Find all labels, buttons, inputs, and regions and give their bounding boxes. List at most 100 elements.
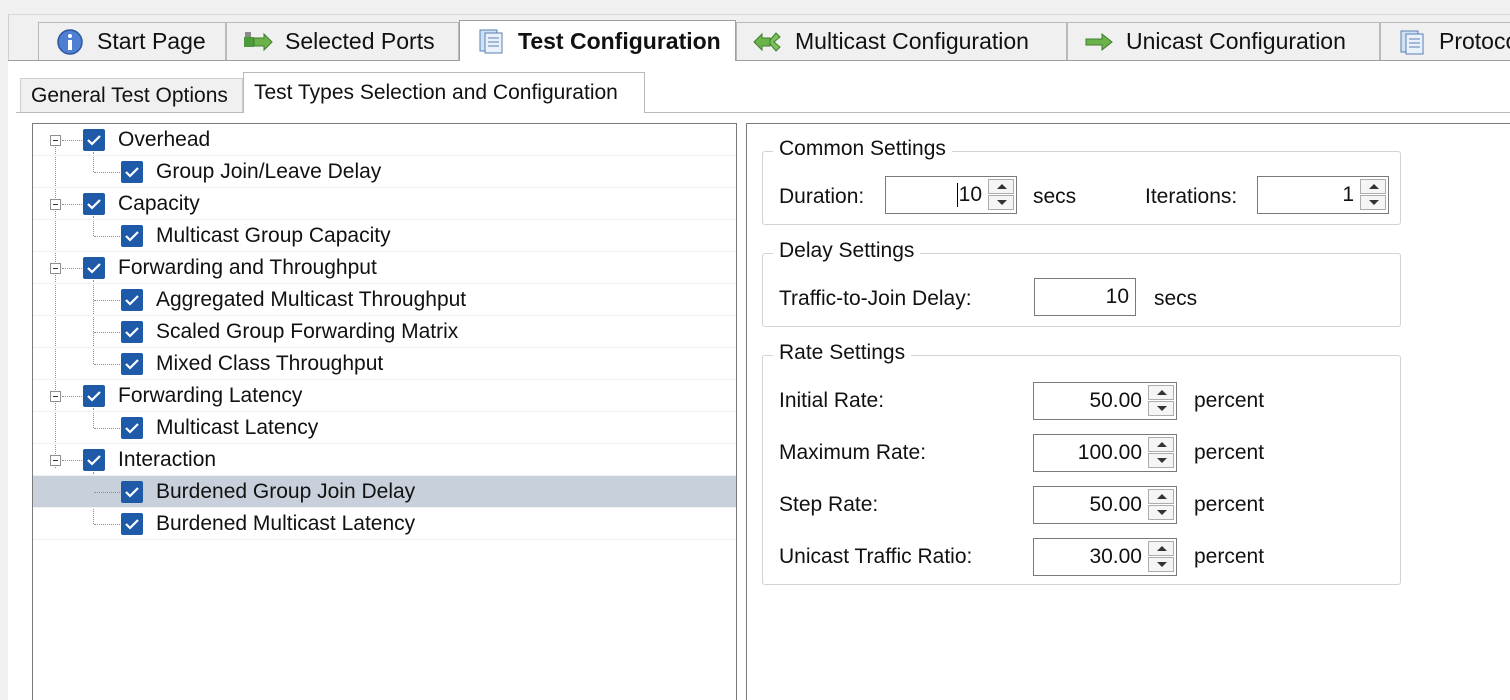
subtab-divider: [16, 112, 1510, 113]
iterations-value: 1: [1342, 183, 1354, 206]
tree-item-forwarding-and-throughput[interactable]: Forwarding and Throughput: [33, 252, 736, 284]
spin-up-button[interactable]: [988, 179, 1014, 194]
maximum-rate-label: Maximum Rate:: [779, 441, 927, 464]
tree-item-forwarding-latency[interactable]: Forwarding Latency: [33, 380, 736, 412]
unicast-traffic-ratio-value: 30.00: [1089, 545, 1142, 568]
tab-label: Protocol: [1439, 28, 1510, 54]
spin-buttons[interactable]: [1148, 437, 1174, 469]
test-type-tree[interactable]: Overhead Group Join/Leave Delay Capacity…: [32, 123, 737, 700]
tree-connector: [94, 524, 120, 525]
spin-buttons[interactable]: [1148, 541, 1174, 573]
spin-down-button[interactable]: [1148, 505, 1174, 520]
spin-up-button[interactable]: [1360, 179, 1386, 194]
spin-up-button[interactable]: [1148, 489, 1174, 504]
spin-up-button[interactable]: [1148, 541, 1174, 556]
tab-test-configuration[interactable]: Test Configuration: [459, 20, 736, 61]
tab-selected-ports[interactable]: Selected Ports: [226, 22, 459, 60]
subtab-test-types-selection[interactable]: Test Types Selection and Configuration: [243, 72, 645, 113]
collapse-icon[interactable]: [50, 455, 61, 466]
arrow-right-icon: [1082, 28, 1116, 56]
tree-item-label: Multicast Latency: [156, 416, 319, 439]
step-rate-unit: percent: [1194, 493, 1265, 516]
tree-item-scaled-group-forwarding-matrix[interactable]: Scaled Group Forwarding Matrix: [33, 316, 736, 348]
tree-item-burdened-group-join-delay[interactable]: Burdened Group Join Delay: [33, 476, 736, 508]
tree-item-label: Forwarding Latency: [118, 384, 303, 407]
spin-buttons[interactable]: [1360, 179, 1386, 211]
spin-up-button[interactable]: [1148, 385, 1174, 400]
tree-item-label: Capacity: [118, 192, 200, 215]
checkbox-checked-icon[interactable]: [121, 289, 143, 311]
checkbox-checked-icon[interactable]: [121, 161, 143, 183]
tree-item-mixed-class-throughput[interactable]: Mixed Class Throughput: [33, 348, 736, 380]
checkbox-checked-icon[interactable]: [121, 417, 143, 439]
tree-item-interaction[interactable]: Interaction: [33, 444, 736, 476]
info-icon: [53, 28, 87, 56]
tab-multicast-configuration[interactable]: Multicast Configuration: [736, 22, 1067, 60]
spin-buttons[interactable]: [1148, 385, 1174, 417]
initial-rate-unit: percent: [1194, 389, 1265, 412]
main-tab-bar: Start Page Selected Ports Test Configura…: [8, 20, 1510, 61]
common-settings-group: Common Settings Duration: 10 secs Iterat…: [762, 137, 1401, 225]
tree-item-aggregated-multicast-throughput[interactable]: Aggregated Multicast Throughput: [33, 284, 736, 316]
traffic-to-join-delay-unit: secs: [1154, 287, 1198, 310]
maximum-rate-unit: percent: [1194, 441, 1265, 464]
spin-down-button[interactable]: [1148, 453, 1174, 468]
tree-connector: [94, 236, 120, 237]
tab-label: Multicast Configuration: [795, 28, 1029, 54]
tree-item-group-join-leave-delay[interactable]: Group Join/Leave Delay: [33, 156, 736, 188]
checkbox-checked-icon[interactable]: [121, 481, 143, 503]
tree-item-burdened-multicast-latency[interactable]: Burdened Multicast Latency: [33, 508, 736, 540]
traffic-to-join-delay-label: Traffic-to-Join Delay:: [779, 287, 972, 310]
group-title: Common Settings: [773, 137, 952, 161]
tree-connector: [62, 268, 82, 269]
initial-rate-spinner[interactable]: 50.00: [1033, 382, 1177, 420]
tree-item-label: Aggregated Multicast Throughput: [156, 288, 467, 311]
collapse-icon[interactable]: [50, 135, 61, 146]
checkbox-checked-icon[interactable]: [121, 321, 143, 343]
document-icon: [474, 27, 508, 55]
tree-connector: [62, 396, 82, 397]
checkbox-checked-icon[interactable]: [121, 225, 143, 247]
group-title: Rate Settings: [773, 341, 912, 365]
group-title: Delay Settings: [773, 239, 921, 263]
tree-item-label: Mixed Class Throughput: [156, 352, 384, 375]
subtab-label: Test Types Selection and Configuration: [254, 81, 618, 104]
traffic-to-join-delay-input[interactable]: 10: [1034, 278, 1136, 316]
iterations-spinner[interactable]: 1: [1257, 176, 1389, 214]
tree-item-multicast-group-capacity[interactable]: Multicast Group Capacity: [33, 220, 736, 252]
document-icon: [1395, 28, 1429, 56]
spin-down-button[interactable]: [1148, 557, 1174, 572]
unicast-traffic-ratio-spinner[interactable]: 30.00: [1033, 538, 1177, 576]
step-rate-spinner[interactable]: 50.00: [1033, 486, 1177, 524]
tree-item-capacity[interactable]: Capacity: [33, 188, 736, 220]
subtab-general-test-options[interactable]: General Test Options: [20, 78, 243, 112]
spin-buttons[interactable]: [1148, 489, 1174, 521]
maximum-rate-spinner[interactable]: 100.00: [1033, 434, 1177, 472]
checkbox-checked-icon[interactable]: [83, 385, 105, 407]
collapse-icon[interactable]: [50, 199, 61, 210]
duration-value: 10: [958, 183, 982, 206]
spin-down-button[interactable]: [1148, 401, 1174, 416]
tree-item-label: Overhead: [118, 128, 211, 151]
collapse-icon[interactable]: [50, 263, 61, 274]
checkbox-checked-icon[interactable]: [83, 193, 105, 215]
checkbox-checked-icon[interactable]: [121, 513, 143, 535]
tab-unicast-configuration[interactable]: Unicast Configuration: [1067, 22, 1380, 60]
spin-down-button[interactable]: [1360, 195, 1386, 210]
spin-buttons[interactable]: [988, 179, 1014, 211]
settings-panel: Common Settings Duration: 10 secs Iterat…: [746, 123, 1510, 700]
unicast-traffic-ratio-label: Unicast Traffic Ratio:: [779, 545, 973, 568]
checkbox-checked-icon[interactable]: [83, 257, 105, 279]
tree-connector: [62, 204, 82, 205]
tree-item-overhead[interactable]: Overhead: [33, 124, 736, 156]
tree-item-multicast-latency[interactable]: Multicast Latency: [33, 412, 736, 444]
checkbox-checked-icon[interactable]: [83, 449, 105, 471]
tab-protocol[interactable]: Protocol: [1380, 22, 1510, 60]
spin-up-button[interactable]: [1148, 437, 1174, 452]
checkbox-checked-icon[interactable]: [121, 353, 143, 375]
spin-down-button[interactable]: [988, 195, 1014, 210]
checkbox-checked-icon[interactable]: [83, 129, 105, 151]
duration-spinner[interactable]: 10: [885, 176, 1017, 214]
tab-start-page[interactable]: Start Page: [38, 22, 226, 60]
collapse-icon[interactable]: [50, 391, 61, 402]
